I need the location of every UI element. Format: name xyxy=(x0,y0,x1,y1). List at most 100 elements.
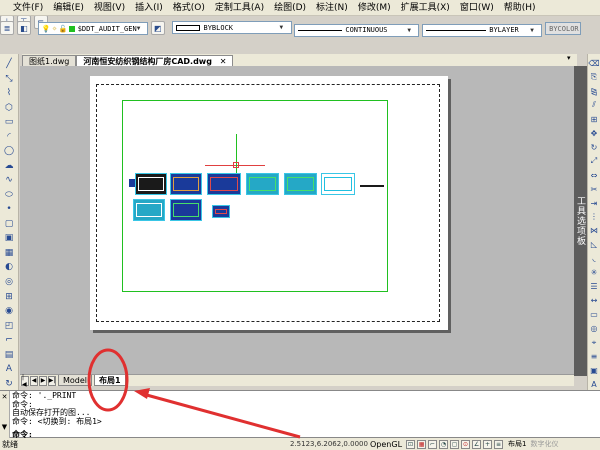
mirror-icon[interactable]: ⧎ xyxy=(589,86,600,97)
plotstyle-combo[interactable]: BYCOLOR xyxy=(545,22,582,35)
tab-layout1[interactable]: 布局1 xyxy=(94,375,126,386)
fillet-icon[interactable]: ◟ xyxy=(589,253,600,264)
menu-dimension[interactable]: 标注(N) xyxy=(311,0,353,16)
ducs-icon[interactable]: ∠ xyxy=(472,439,482,449)
tab-model[interactable]: Model xyxy=(58,375,93,386)
layout-indicator[interactable]: 布局1 xyxy=(508,439,526,449)
block-icon[interactable]: ▣ xyxy=(589,365,600,376)
linetype-combo[interactable]: CONTINUOUS ▼ xyxy=(294,23,420,37)
drawing-canvas[interactable] xyxy=(20,66,574,374)
linetype-sample-icon xyxy=(298,29,343,31)
line-icon[interactable]: ╱ xyxy=(2,58,16,71)
erase-icon[interactable]: ⌫ xyxy=(588,58,599,69)
boundary-icon[interactable]: ⌐ xyxy=(2,334,16,347)
color-combo[interactable]: BYBLOCK ▼ xyxy=(171,21,292,34)
menu-format[interactable]: 格式(O) xyxy=(168,0,210,16)
next-tab-icon[interactable]: ▶ xyxy=(39,375,47,386)
prev-tab-icon[interactable]: ◀ xyxy=(30,375,38,386)
gradient-icon[interactable]: ◐ xyxy=(2,261,16,274)
revision-cloud-icon[interactable]: ☁ xyxy=(2,160,16,173)
menu-extensions[interactable]: 扩展工具(X) xyxy=(396,0,455,16)
tool-palette-panel[interactable]: 工具选项板 xyxy=(574,66,587,376)
ellipse-icon[interactable]: ⬭ xyxy=(2,189,16,202)
array-icon[interactable]: ⊞ xyxy=(589,114,600,125)
lineweight-icon[interactable]: ≡ xyxy=(494,439,504,449)
close-icon[interactable]: ✕ xyxy=(2,393,8,401)
extend-icon[interactable]: ⇥ xyxy=(589,198,600,209)
menu-edit[interactable]: 编辑(E) xyxy=(48,0,89,16)
construction-line-icon[interactable]: ⤡ xyxy=(2,73,16,86)
grid-icon[interactable]: ▦ xyxy=(417,439,427,449)
explode-icon[interactable]: ✳ xyxy=(589,267,600,278)
osnap-icon[interactable]: ▢ xyxy=(450,439,460,449)
trim-icon[interactable]: ✂ xyxy=(589,184,600,195)
last-tab-icon[interactable]: ▶| xyxy=(48,375,56,386)
layer-combo[interactable]: 💡 ☼ 🔓 $DDT_AUDIT_GEN ▼ xyxy=(37,22,148,35)
color-swatch-icon xyxy=(175,24,200,31)
snap-icon[interactable]: ⊡ xyxy=(406,439,416,449)
menu-view[interactable]: 视图(V) xyxy=(89,0,130,16)
polygon-icon[interactable]: ⬡ xyxy=(2,102,16,115)
table-icon[interactable]: ⊞ xyxy=(2,290,16,303)
donut-icon[interactable]: ◉ xyxy=(2,305,16,318)
wipeout-icon[interactable]: ◰ xyxy=(2,319,16,332)
make-current-layer-icon[interactable]: ◩ xyxy=(150,21,165,35)
file-tab-active[interactable]: 河南恒安纺织钢结构厂房CAD.dwg ✕ xyxy=(76,55,234,66)
hatch-icon[interactable]: ▦ xyxy=(2,247,16,260)
layer-manager-icon[interactable]: ≣ xyxy=(0,21,14,35)
id-point-icon[interactable]: ⌖ xyxy=(589,337,600,348)
drawing-thumbnail xyxy=(170,199,202,221)
distance-icon[interactable]: ↔ xyxy=(589,295,600,306)
menu-window[interactable]: 窗口(W) xyxy=(455,0,499,16)
otrack-icon[interactable]: ⊙ xyxy=(461,439,471,449)
area-icon[interactable]: ▭ xyxy=(589,309,600,320)
menu-help[interactable]: 帮助(H) xyxy=(499,0,541,16)
polar-icon[interactable]: ◔ xyxy=(439,439,449,449)
ortho-icon[interactable]: ⌐ xyxy=(428,439,438,449)
rectangle-icon[interactable]: ▭ xyxy=(2,116,16,129)
move-icon[interactable]: ✥ xyxy=(589,128,600,139)
file-tab-drawing1[interactable]: 图纸1.dwg xyxy=(22,55,77,66)
tool-palette-label: 工具选项板 xyxy=(575,196,585,246)
refresh-icon[interactable]: ↻ xyxy=(2,377,16,390)
layer-icon[interactable]: ≡ xyxy=(589,351,600,362)
chevron-down-icon: ▼ xyxy=(530,26,534,34)
chevron-down-icon[interactable]: ▼ xyxy=(2,423,7,431)
tab-scroll-icon[interactable]: ▾ xyxy=(567,54,577,66)
crosshair-pickbox xyxy=(233,162,239,168)
polyline-icon[interactable]: ⌇ xyxy=(2,87,16,100)
command-window-grip[interactable]: ✕ ▼ xyxy=(0,391,10,439)
menu-insert[interactable]: 插入(I) xyxy=(130,0,168,16)
multiline-text-icon[interactable]: A xyxy=(2,363,16,376)
first-tab-icon[interactable]: |◀ xyxy=(21,374,29,388)
chamfer-icon[interactable]: ◺ xyxy=(589,239,600,250)
make-block-icon[interactable]: ▣ xyxy=(2,232,16,245)
menu-modify[interactable]: 修改(M) xyxy=(353,0,396,16)
arc-icon[interactable]: ◜ xyxy=(2,131,16,144)
menu-draw[interactable]: 绘图(D) xyxy=(269,0,311,16)
break-icon[interactable]: ⋮ xyxy=(589,211,600,222)
table-grid-icon[interactable]: ▤ xyxy=(2,348,16,361)
layout-viewport[interactable] xyxy=(122,100,388,292)
menu-file[interactable]: 文件(F) xyxy=(8,0,48,16)
copy-object-icon[interactable]: ⎘ xyxy=(589,72,600,83)
offset-icon[interactable]: ⫽ xyxy=(589,100,600,111)
layer-state-icon[interactable]: ◧ xyxy=(16,21,31,35)
point-icon[interactable]: • xyxy=(2,203,16,216)
stretch-icon[interactable]: ⇔ xyxy=(589,170,600,181)
insert-block-icon[interactable]: ▢ xyxy=(2,218,16,231)
region-icon[interactable]: ◎ xyxy=(2,276,16,289)
scale-icon[interactable]: ⤢ xyxy=(589,156,600,167)
dyn-icon[interactable]: + xyxy=(483,439,493,449)
spline-icon[interactable]: ∿ xyxy=(2,174,16,187)
drawing-thumbnail xyxy=(212,205,230,218)
close-icon[interactable]: ✕ xyxy=(220,57,227,66)
list-icon[interactable]: ☰ xyxy=(589,281,600,292)
region-icon[interactable]: ◎ xyxy=(589,323,600,334)
rotate-icon[interactable]: ↻ xyxy=(589,142,600,153)
menu-custom-tools[interactable]: 定制工具(A) xyxy=(210,0,269,16)
lineweight-combo[interactable]: BYLAYER ▼ xyxy=(422,23,543,37)
circle-icon[interactable]: ◯ xyxy=(2,145,16,158)
text-icon[interactable]: A xyxy=(589,379,600,390)
join-icon[interactable]: ⋈ xyxy=(589,225,600,236)
